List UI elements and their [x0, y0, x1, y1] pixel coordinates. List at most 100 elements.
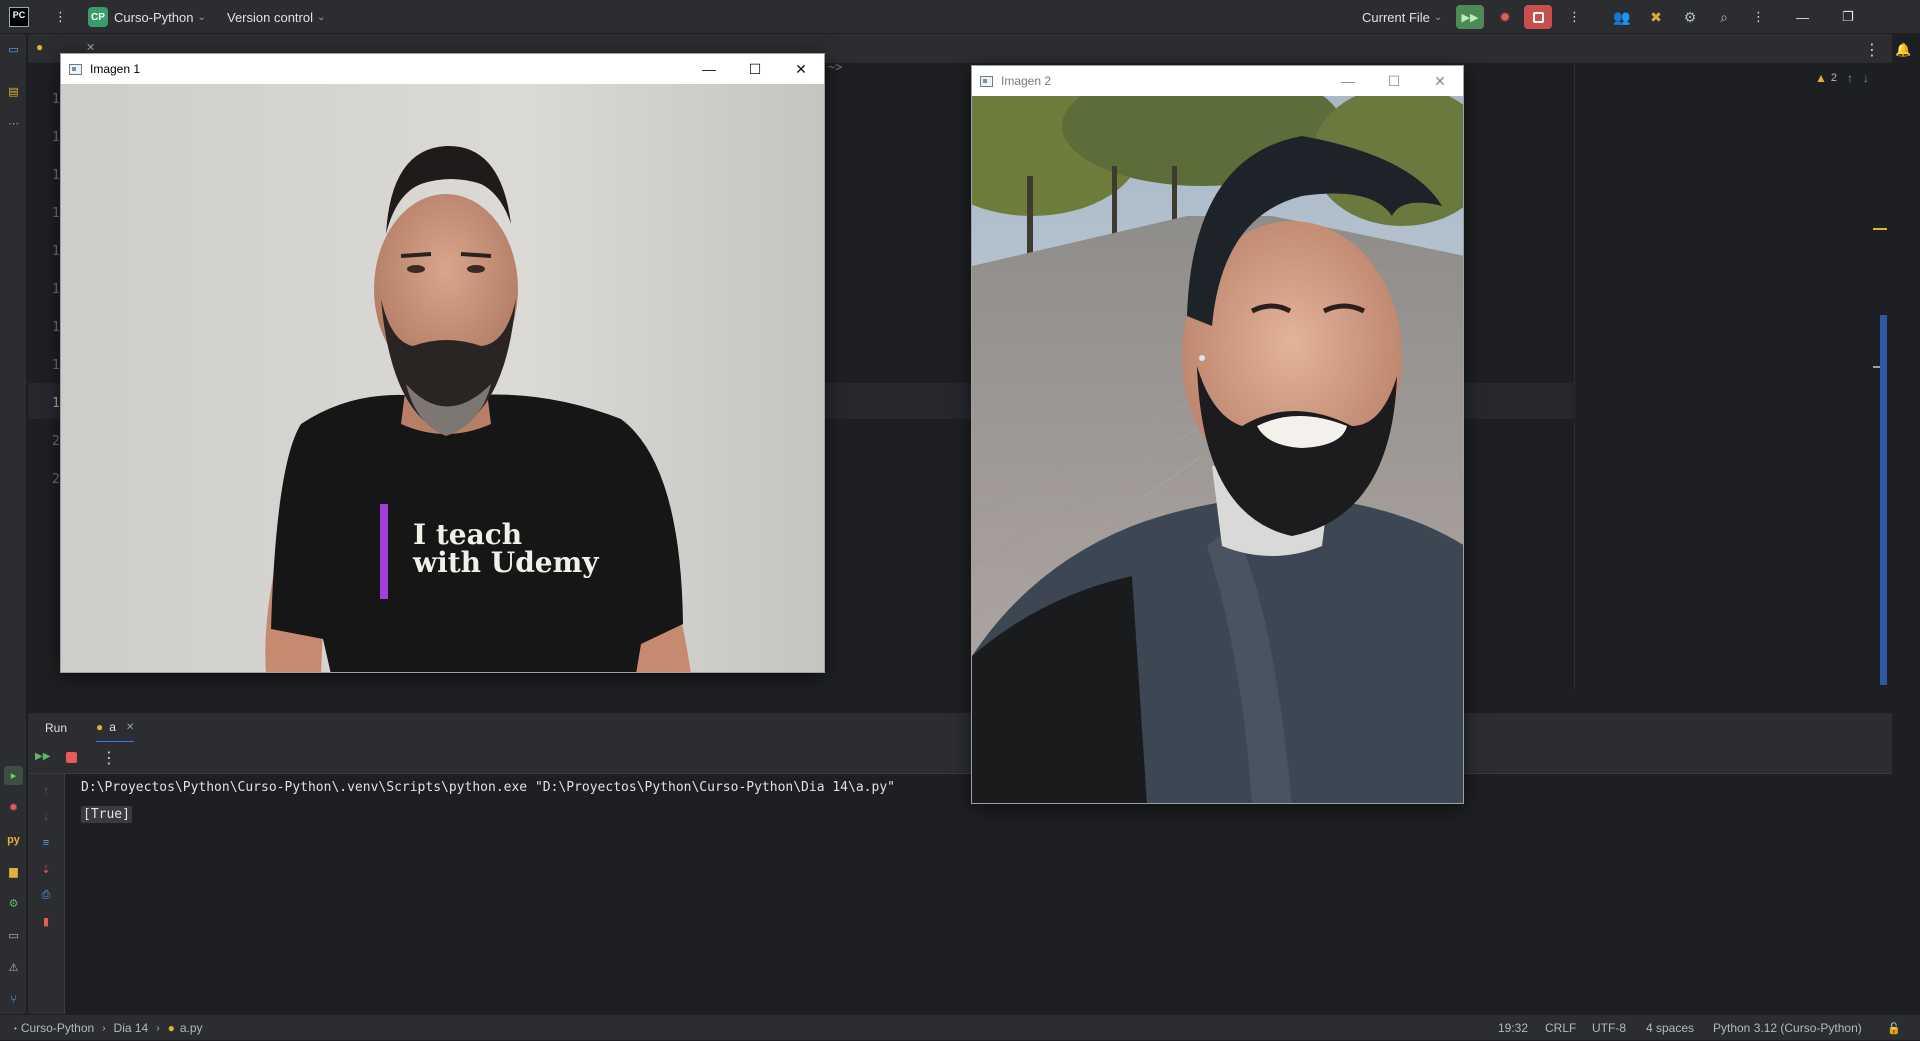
version-control-menu[interactable]: Version control ⌄ — [227, 0, 325, 34]
run-config-label: Current File — [1362, 9, 1430, 25]
file-encoding[interactable]: UTF-8 — [1592, 1015, 1626, 1041]
interpreter-selector[interactable]: Python 3.12 (Curso-Python) — [1713, 1015, 1862, 1041]
maximize-icon[interactable]: ☐ — [732, 54, 778, 84]
minimize-icon[interactable]: — — [1796, 0, 1809, 34]
collaborate-icon: 👥 — [1613, 8, 1631, 25]
git-icon[interactable]: ⑂ — [4, 990, 23, 1009]
soft-wrap-icon[interactable]: ≡ — [39, 836, 53, 850]
window-title: Imagen 2 — [1001, 74, 1052, 88]
run-button[interactable]: ▶▶ — [1456, 0, 1484, 34]
line-number: 1 — [52, 396, 60, 411]
line-number: 1 — [52, 130, 60, 145]
notifications-icon[interactable]: 🔔 — [1895, 42, 1911, 58]
run-tool-icon[interactable]: ▸ — [4, 766, 23, 785]
scroll-to-end-icon[interactable]: ⇣ — [39, 862, 53, 876]
window-titlebar[interactable]: Imagen 1 — ☐ ✕ — [61, 54, 824, 84]
clear-all-icon[interactable]: ▮ — [39, 914, 53, 928]
main-toolbar: PC ⋮ CP Curso-Python ⌄ Version control ⌄… — [0, 0, 1920, 34]
python-packages-icon[interactable]: ▆ — [4, 862, 23, 881]
warning-count: 2 — [1830, 72, 1838, 84]
breadcrumb-file[interactable]: a.py — [180, 1021, 203, 1035]
run-icon: ▶▶ — [1456, 5, 1484, 29]
python-console-icon[interactable]: py — [4, 830, 23, 849]
debug-button[interactable]: ✹ — [1495, 0, 1515, 34]
project-selector[interactable]: CP Curso-Python ⌄ — [88, 0, 206, 34]
stop-icon[interactable] — [66, 752, 77, 763]
print-icon[interactable]: ⎙ — [39, 888, 53, 902]
editor-bottom-space — [28, 690, 1892, 712]
more-icon[interactable]: ⋮ — [101, 748, 117, 768]
line-number: 2 — [52, 472, 60, 487]
minimize-icon[interactable]: — — [1325, 66, 1371, 96]
warning-marker[interactable] — [1873, 228, 1887, 230]
stop-button[interactable] — [1524, 0, 1552, 34]
breadcrumb-folder[interactable]: Dia 14 — [114, 1021, 149, 1035]
line-number: 1 — [52, 168, 60, 183]
search-icon: ⌕ — [1720, 8, 1728, 25]
line-number: 1 — [52, 320, 60, 335]
right-margin-guide — [1574, 64, 1575, 689]
line-number: 1 — [52, 282, 60, 297]
status-bar: • Curso-Python › Dia 14 › ● a.py 19:32 C… — [0, 1014, 1920, 1040]
breadcrumb: • Curso-Python › Dia 14 › ● a.py — [14, 1015, 203, 1041]
selfie-image — [972, 96, 1463, 803]
chevron-down-icon: ⌄ — [197, 11, 206, 23]
tab-run[interactable]: Run — [45, 713, 67, 743]
build-icon: ✖ — [1650, 8, 1662, 25]
tab-options-icon[interactable]: ⋮ — [1864, 40, 1880, 60]
line-number: 1 — [52, 244, 60, 259]
main-menu-icon[interactable]: ⋮ — [54, 0, 67, 34]
ai-assistant-button[interactable]: ⚙ — [1680, 0, 1700, 34]
arrow-down-icon[interactable]: ↓ — [39, 810, 53, 824]
image-window-1[interactable]: Imagen 1 — ☐ ✕ I teach with Udemy — [60, 53, 825, 673]
caret-position[interactable]: 19:32 — [1498, 1015, 1528, 1041]
inspection-widget[interactable]: ▲ 2 ↑ ↓ — [1815, 71, 1869, 85]
breadcrumb-project[interactable]: Curso-Python — [21, 1021, 94, 1035]
debug-tool-icon[interactable]: ✹ — [4, 798, 23, 817]
more-tools-icon[interactable]: ⋯ — [4, 114, 23, 133]
photo-man-udemy-shirt: I teach with Udemy — [61, 84, 824, 672]
lock-icon[interactable]: 🔓 — [1887, 1015, 1901, 1041]
pycharm-logo-icon[interactable]: PC — [9, 0, 29, 34]
line-separator[interactable]: CRLF — [1545, 1015, 1576, 1041]
restore-icon[interactable]: ❐ — [1842, 0, 1854, 34]
line-number: 1 — [52, 206, 60, 221]
indent-setting[interactable]: 4 spaces — [1646, 1015, 1694, 1041]
close-icon[interactable]: ✕ — [778, 54, 824, 84]
build-button[interactable]: ✖ — [1646, 0, 1666, 34]
window-titlebar[interactable]: Imagen 2 — ☐ ✕ — [972, 66, 1463, 96]
collaborate-button[interactable]: 👥 — [1612, 0, 1632, 34]
project-badge: CP — [88, 7, 108, 27]
line-number: 2 — [52, 434, 60, 449]
minimize-icon[interactable]: — — [686, 54, 732, 84]
image-window-2[interactable]: Imagen 2 — ☐ ✕ — [971, 65, 1464, 804]
python-file-icon: ● — [96, 720, 104, 734]
close-icon[interactable]: ✕ — [1417, 66, 1463, 96]
more-icon[interactable]: ⋮ — [1568, 0, 1581, 34]
console-output-line: [True] — [81, 806, 132, 823]
terminal-icon[interactable]: ▭ — [4, 926, 23, 945]
console-output[interactable]: D:\Proyectos\Python\Curso-Python\.venv\S… — [66, 774, 1892, 1014]
close-tab-icon[interactable]: ✕ — [126, 722, 134, 733]
python-file-icon[interactable]: ● — [36, 40, 52, 56]
tab-run-config[interactable]: ● a ✕ — [96, 713, 135, 743]
arrow-up-icon[interactable]: ↑ — [39, 784, 53, 798]
search-button[interactable]: ⌕ — [1714, 0, 1734, 34]
run-panel-header: Run ● a ✕ — [28, 712, 1892, 743]
previous-highlight-icon[interactable]: ↑ — [1847, 71, 1853, 85]
services-icon[interactable]: ⚙ — [4, 894, 23, 913]
project-view-icon[interactable]: ▭ — [4, 40, 23, 59]
structure-icon[interactable]: ▤ — [4, 82, 23, 101]
chevron-down-icon: ⌄ — [317, 11, 326, 23]
problems-icon[interactable]: ⚠ — [4, 958, 23, 977]
settings-kebab-icon[interactable]: ⋮ — [1752, 0, 1765, 34]
editor-scrollbar[interactable] — [1880, 315, 1887, 685]
tab-run-label: Run — [45, 721, 68, 735]
chevron-down-icon: ⌄ — [1433, 11, 1443, 23]
next-highlight-icon[interactable]: ↓ — [1863, 71, 1869, 85]
chevron-right-icon: › — [156, 1022, 160, 1034]
rerun-icon[interactable]: ▶▶ — [35, 751, 50, 762]
run-config-selector[interactable]: Current File ⌄ — [1362, 0, 1442, 34]
python-file-icon: ● — [167, 1021, 175, 1035]
maximize-icon[interactable]: ☐ — [1371, 66, 1417, 96]
